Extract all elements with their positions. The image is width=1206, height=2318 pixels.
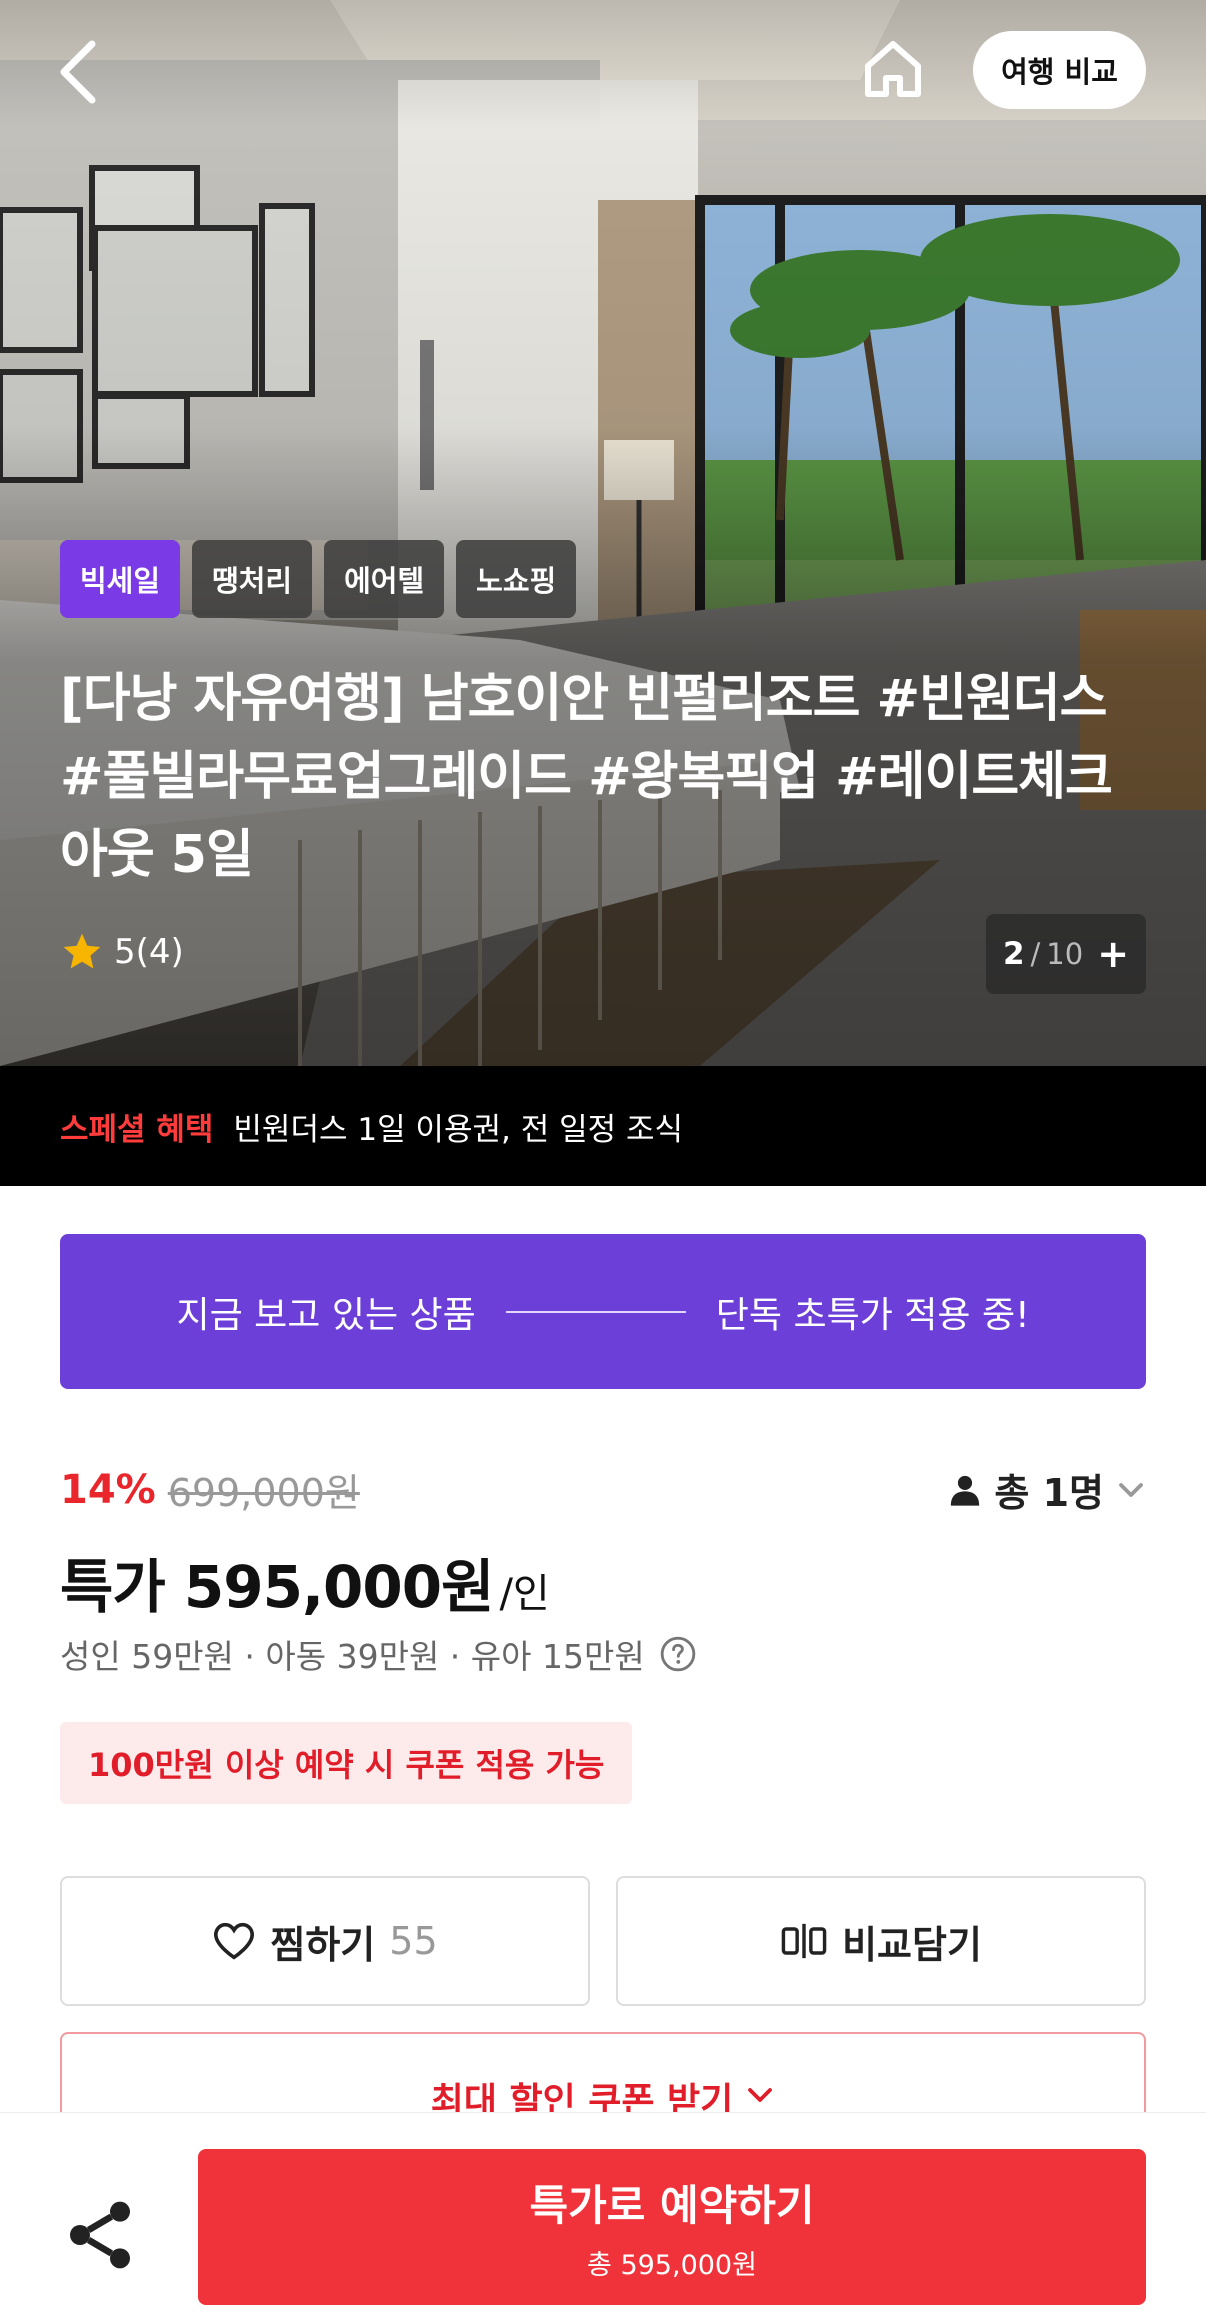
back-button[interactable] [52, 36, 108, 108]
hero-image[interactable]: 여행 비교 빅세일 땡처리 에어텔 노쇼핑 [다낭 자유여행] 남호이안 빈펄리… [0, 0, 1206, 1066]
travel-compare-button[interactable]: 여행 비교 [973, 31, 1146, 109]
sale-price: 특가 595,000원 [60, 1553, 494, 1621]
special-benefit-strip: 스페셜 혜택 빈원더스 1일 이용권, 전 일정 조식 [0, 1066, 1206, 1186]
product-title: [다낭 자유여행] 남호이안 빈펄리조트 #빈원더스 #풀빌라무료업그레이드 #… [60, 669, 1113, 885]
star-icon [63, 933, 101, 969]
badge-big-sale: 빅세일 [60, 540, 181, 618]
compare-icon [781, 1923, 827, 1959]
image-counter-current: 2 [1002, 936, 1025, 972]
compare-label: 비교담기 [842, 1922, 982, 1967]
chevron-down-icon [1119, 1482, 1143, 1497]
image-counter[interactable]: 2 / 10 + [986, 914, 1146, 994]
help-icon[interactable] [659, 1635, 697, 1673]
chevron-left-icon [60, 40, 96, 104]
discount-row: 14% 699,000원 [60, 1462, 360, 1517]
people-selector[interactable]: 총 1명 [948, 1462, 1146, 1517]
chevron-down-icon [748, 2088, 773, 2102]
product-badges: 빅세일 땡처리 에어텔 노쇼핑 [60, 540, 577, 618]
heart-icon [214, 1922, 255, 1960]
promo-right-text: 단독 초특가 적용 중! [715, 1294, 1030, 1336]
badge-no-shopping: 노쇼핑 [456, 540, 577, 618]
special-benefit-label: 스페셜 혜택 [60, 1111, 214, 1148]
book-button-label: 특가로 예약하기 [529, 2181, 815, 2230]
person-icon [951, 1475, 980, 1506]
people-count: 총 1명 [994, 1471, 1104, 1515]
wishlist-count: 55 [389, 1919, 438, 1963]
add-to-compare-button[interactable]: 비교담기 [616, 1876, 1146, 2006]
sale-price-row: 특가 595,000원 /인 [60, 1540, 550, 1624]
original-price: 699,000원 [167, 1471, 360, 1515]
coupon-condition-note: 100만원 이상 예약 시 쿠폰 적용 가능 [60, 1722, 633, 1804]
price-breakdown: 성인 59만원 · 아동 39만원 · 유아 15만원 [60, 1630, 697, 1678]
plus-icon: + [1097, 932, 1130, 976]
price-unit: /인 [499, 1571, 550, 1617]
badge-last-minute: 땡처리 [192, 540, 313, 618]
image-counter-total: 10 [1046, 937, 1084, 971]
book-now-button[interactable]: 특가로 예약하기 총 595,000원 [198, 2149, 1146, 2305]
share-icon [70, 2201, 130, 2269]
image-counter-separator: / [1030, 937, 1041, 971]
promo-left-text: 지금 보고 있는 상품 [176, 1294, 476, 1336]
wishlist-button[interactable]: 찜하기 55 [60, 1876, 590, 2006]
special-benefit-text: 빈원더스 1일 이용권, 전 일정 조식 [233, 1111, 684, 1148]
exclusive-deal-banner: 지금 보고 있는 상품 단독 초특가 적용 중! [60, 1234, 1146, 1389]
home-button[interactable] [862, 38, 924, 100]
hero-gradient-overlay [0, 0, 1206, 1066]
promo-divider [505, 1310, 686, 1313]
rating[interactable]: 5(4) [60, 930, 184, 974]
wishlist-label: 찜하기 [270, 1922, 376, 1967]
share-button[interactable] [60, 2195, 140, 2275]
bottom-action-bar: 특가로 예약하기 총 595,000원 [0, 2112, 1206, 2318]
badge-airtel: 에어텔 [324, 540, 445, 618]
rating-text: 5(4) [114, 932, 184, 972]
discount-rate: 14% [60, 1466, 156, 1513]
home-icon [865, 41, 921, 97]
price-breakdown-text: 성인 59만원 · 아동 39만원 · 유아 15만원 [60, 1637, 645, 1676]
book-button-total: 총 595,000원 [587, 2250, 757, 2281]
